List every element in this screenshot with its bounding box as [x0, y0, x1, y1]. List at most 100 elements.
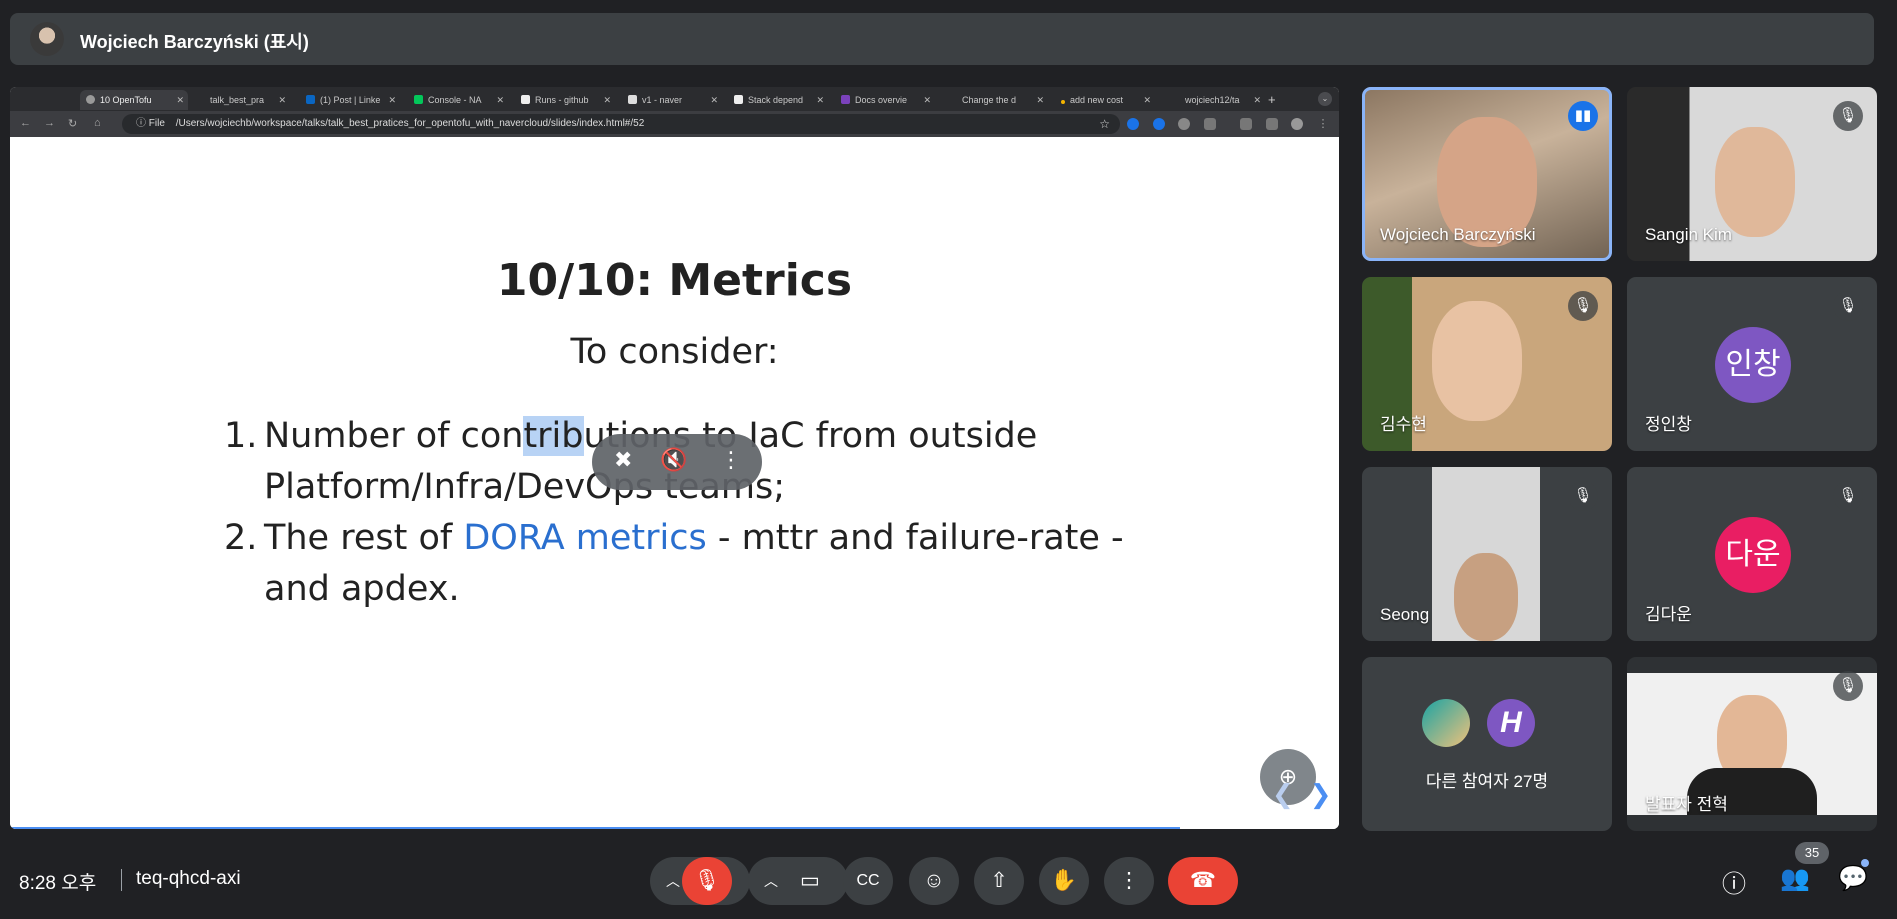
kebab-menu-icon: ⋮: [1118, 869, 1140, 892]
mic-off-icon: 🎙: [1833, 101, 1863, 131]
browser-tab-6[interactable]: v1 - naver ✕: [622, 90, 722, 110]
url-text: /Users/wojciechb/workspace/talks/talk_be…: [175, 118, 645, 129]
tab-search-icon[interactable]: [18, 90, 28, 110]
tab-close-icon[interactable]: ✕: [1253, 90, 1261, 110]
prev-slide-icon[interactable]: ❮: [1272, 779, 1294, 809]
mic-toggle-button[interactable]: 🎙: [682, 857, 732, 905]
participant-tile-6[interactable]: 다운 🎙 김다운: [1627, 467, 1877, 641]
download-icon[interactable]: [1240, 118, 1252, 130]
mic-off-icon: 🎙: [1833, 291, 1863, 321]
participant-tile-3[interactable]: 🎙 김수현: [1362, 277, 1612, 451]
chevron-up-icon: ︿: [666, 873, 680, 889]
meeting-code[interactable]: teq-qhcd-axi: [136, 868, 241, 890]
mic-off-icon: 🎙: [1568, 291, 1598, 321]
tab-label: add new cost: [1070, 95, 1124, 105]
profile-avatar-icon[interactable]: [1291, 118, 1303, 130]
browser-tab-4[interactable]: Console - NA ✕: [408, 90, 508, 110]
participant-name: Sangin Kim: [1645, 225, 1732, 244]
video-options-button[interactable]: ︿ ▭: [748, 857, 848, 905]
tab-close-icon[interactable]: ✕: [388, 90, 396, 110]
tab-close-icon[interactable]: ✕: [923, 90, 931, 110]
participant-tile-1[interactable]: ▮▮ Wojciech Barczyński: [1362, 87, 1612, 261]
list-text: and apdex.: [264, 569, 460, 609]
participant-video: [1432, 301, 1522, 421]
tab-close-icon[interactable]: ✕: [1036, 90, 1044, 110]
participant-name: Seong: [1380, 605, 1430, 624]
clock: 8:28 오후: [19, 873, 97, 894]
divider: [121, 869, 122, 891]
chat-button[interactable]: 💬: [1838, 864, 1868, 893]
puzzle-icon[interactable]: [1204, 118, 1216, 130]
back-arrow-icon[interactable]: ←: [20, 117, 31, 129]
captions-button[interactable]: CC: [843, 857, 893, 905]
url-field[interactable]: ⓘ File /Users/wojciechb/workspace/talks/…: [122, 114, 1120, 134]
browser-tab-3[interactable]: (1) Post | Linke ✕: [300, 90, 400, 110]
tab-label: (1) Post | Linke: [320, 95, 381, 105]
extension-icon[interactable]: [1127, 118, 1139, 130]
presenter-banner: Wojciech Barczyński (표시): [10, 13, 1874, 65]
extension-icon[interactable]: [1153, 118, 1165, 130]
tab-close-icon[interactable]: ✕: [816, 90, 824, 110]
tab-close-icon[interactable]: ✕: [176, 90, 184, 110]
tab-list-chevron-icon[interactable]: ⌄: [1318, 92, 1332, 106]
browser-tab-11[interactable]: wojciech12/ta ✕: [1165, 90, 1265, 110]
browser-tab-10[interactable]: add new cost ✕: [1055, 90, 1155, 110]
tab-close-icon[interactable]: ✕: [278, 90, 286, 110]
bookmark-star-icon[interactable]: ☆: [1099, 114, 1110, 134]
more-options-icon[interactable]: ⋮: [720, 447, 742, 473]
dora-metrics-link[interactable]: DORA metrics: [463, 518, 706, 558]
browser-tab-8[interactable]: Docs overvie ✕: [835, 90, 935, 110]
meeting-info-button[interactable]: ⓘ: [1722, 864, 1746, 899]
participant-count-badge: 35: [1795, 842, 1829, 864]
participant-name: 김수현: [1380, 415, 1427, 434]
participant-video: [1715, 127, 1795, 237]
next-slide-icon[interactable]: ❯: [1310, 779, 1332, 809]
tab-label: 10 OpenTofu: [100, 95, 152, 105]
tab-close-icon[interactable]: ✕: [496, 90, 504, 110]
new-tab-plus-icon[interactable]: +: [1268, 90, 1282, 110]
present-button[interactable]: ⇧: [974, 857, 1024, 905]
browser-tab-2[interactable]: talk_best_pra ✕: [190, 90, 290, 110]
cc-icon: CC: [856, 872, 880, 889]
reload-icon[interactable]: ↻: [68, 117, 77, 130]
raise-hand-button[interactable]: ✋: [1039, 857, 1089, 905]
site-info-icon[interactable]: ⓘ: [136, 118, 146, 129]
more-options-button[interactable]: ⋮: [1104, 857, 1154, 905]
people-button[interactable]: 👥: [1780, 864, 1810, 893]
browser-tab-7[interactable]: Stack depend ✕: [728, 90, 828, 110]
browser-tab-9[interactable]: Change the d ✕: [942, 90, 1048, 110]
participant-tile-2[interactable]: 🎙 Sangin Kim: [1627, 87, 1877, 261]
tab-label: Stack depend: [748, 95, 804, 105]
forward-arrow-icon[interactable]: →: [44, 117, 55, 129]
list-text: The rest of: [264, 518, 464, 558]
info-icon: ⓘ: [1722, 871, 1746, 898]
unpin-icon[interactable]: ✖: [614, 447, 632, 473]
tab-close-icon[interactable]: ✕: [1143, 90, 1151, 110]
participant-tile-5[interactable]: 🎙 Seong: [1362, 467, 1612, 641]
sidepanel-icon[interactable]: [1266, 118, 1278, 130]
file-label: File: [148, 118, 165, 129]
kebab-menu-icon[interactable]: ⋮: [1317, 118, 1329, 130]
participant-video: [1432, 467, 1540, 641]
leave-call-button[interactable]: ☎: [1168, 857, 1238, 905]
home-icon[interactable]: ⌂: [94, 117, 101, 129]
list-number: 1.: [224, 416, 258, 456]
extension-icon[interactable]: [1178, 118, 1190, 130]
tab-close-icon[interactable]: ✕: [710, 90, 718, 110]
tab-label: Change the d: [962, 95, 1017, 105]
participant-avatar: 다운: [1715, 517, 1791, 593]
people-icon: 👥: [1780, 865, 1810, 892]
others-tile[interactable]: H 다른 참여자 27명: [1362, 657, 1612, 831]
browser-address-bar: ← → ↻ ⌂ ⓘ File /Users/wojciechb/workspac…: [10, 111, 1339, 137]
presenter-name: Wojciech Barczyński (표시): [80, 32, 309, 52]
reactions-button[interactable]: ☺: [909, 857, 959, 905]
others-count-label: 다른 참여자 27명: [1425, 772, 1549, 791]
participant-tile-8[interactable]: 🎙 발표자 전혁: [1627, 657, 1877, 831]
browser-tab-1[interactable]: 10 OpenTofu ✕: [80, 90, 188, 110]
emoji-icon: ☺: [923, 869, 945, 892]
mic-off-icon: 🎙: [1833, 481, 1863, 511]
mute-audio-icon[interactable]: 🔇: [660, 447, 687, 473]
participant-tile-4[interactable]: 인창 🎙 정인창: [1627, 277, 1877, 451]
tab-close-icon[interactable]: ✕: [603, 90, 611, 110]
browser-tab-5[interactable]: Runs - github ✕: [515, 90, 615, 110]
